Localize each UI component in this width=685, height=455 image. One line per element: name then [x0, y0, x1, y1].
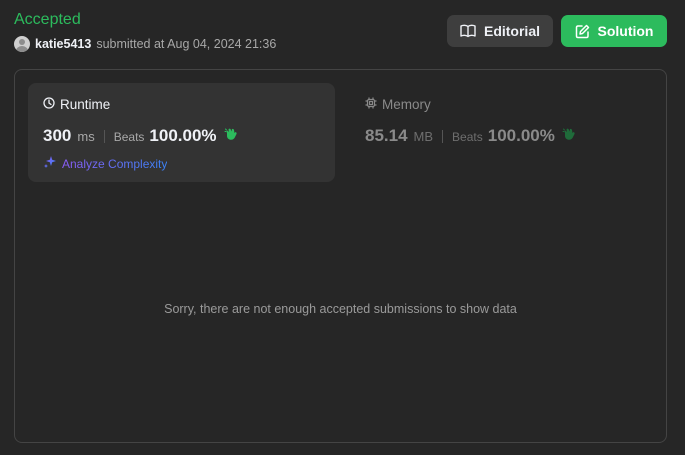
- clock-icon: [43, 97, 55, 112]
- editorial-button-label: Editorial: [483, 23, 540, 39]
- memory-card[interactable]: Memory 85.14 MB Beats 100.00%: [350, 83, 657, 182]
- sparkle-icon: [43, 155, 57, 172]
- memory-title: Memory: [365, 97, 431, 112]
- editorial-button[interactable]: Editorial: [447, 15, 553, 47]
- submission-meta: katie5413 submitted at Aug 04, 2024 21:3…: [14, 36, 276, 52]
- chip-icon: [365, 97, 377, 112]
- memory-metric: 85.14 MB Beats 100.00%: [365, 126, 576, 146]
- memory-title-label: Memory: [382, 97, 431, 112]
- memory-beats-value: 100.00%: [487, 126, 555, 145]
- solution-button-label: Solution: [597, 23, 654, 39]
- clapping-hands-icon: [224, 127, 238, 146]
- runtime-metric: 300 ms Beats 100.00%: [43, 126, 238, 146]
- runtime-card[interactable]: Runtime 300 ms Beats 100.00% Analyze Com…: [28, 83, 335, 182]
- username-link[interactable]: katie5413: [35, 37, 91, 51]
- runtime-value: 300: [43, 126, 72, 145]
- analyze-complexity-label: Analyze Complexity: [62, 156, 168, 171]
- chart-empty-message: Sorry, there are not enough accepted sub…: [164, 302, 517, 316]
- runtime-beats-value: 100.00%: [149, 126, 217, 145]
- solution-button[interactable]: Solution: [561, 15, 667, 47]
- runtime-unit: ms: [77, 129, 95, 144]
- memory-value: 85.14: [365, 126, 408, 145]
- memory-beats-label: Beats: [452, 130, 483, 144]
- memory-unit: MB: [413, 129, 434, 144]
- book-open-icon: [460, 24, 476, 38]
- analyze-complexity-link[interactable]: Analyze Complexity: [43, 155, 167, 172]
- submission-status: Accepted: [14, 11, 81, 28]
- submitted-at-text: submitted at Aug 04, 2024 21:36: [96, 37, 277, 51]
- divider: [103, 129, 105, 143]
- avatar[interactable]: [14, 36, 30, 52]
- runtime-title: Runtime: [43, 97, 110, 112]
- edit-icon: [575, 24, 590, 39]
- runtime-title-label: Runtime: [60, 97, 111, 112]
- divider: [442, 129, 444, 143]
- clapping-hands-icon: [562, 127, 576, 146]
- submission-result-panel: Accepted katie5413 submitted at Aug 04, …: [0, 0, 685, 455]
- runtime-beats-label: Beats: [113, 130, 145, 144]
- stats-panel: Runtime 300 ms Beats 100.00% Analyze Com…: [14, 69, 667, 443]
